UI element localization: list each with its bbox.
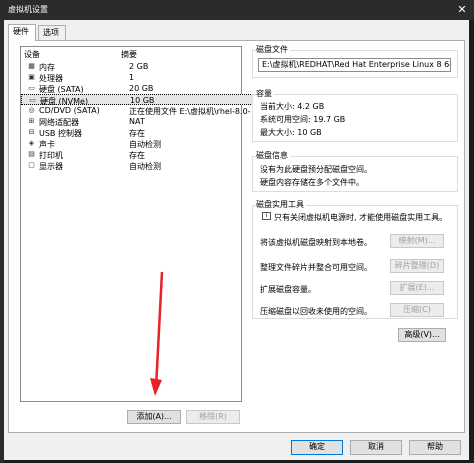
expand-desc: 扩展磁盘容量。	[260, 285, 316, 294]
remove-device-button[interactable]: 移除(R)	[186, 410, 240, 424]
sound-card-icon: ◈	[28, 139, 35, 147]
annotation-arrow	[150, 271, 164, 396]
defragment-desc: 整理文件碎片并整合可用空间。	[260, 263, 372, 272]
disk-file-path-field[interactable]: E:\虚拟机\REDHAT\Red Hat Enterprise Linux 8…	[258, 58, 451, 72]
column-summary[interactable]: 摘要	[121, 49, 137, 60]
device-summary: 1	[129, 73, 135, 82]
add-device-button[interactable]: 添加(A)...	[127, 410, 181, 424]
system-free-text: 系统可用空间: 19.7 GB	[260, 115, 346, 124]
usb-controller-icon: ⊟	[28, 128, 35, 136]
disk-info-label: 磁盘信息	[256, 150, 290, 161]
display-icon: ▢	[28, 161, 35, 169]
cd-dvd-icon: ◎	[28, 106, 35, 114]
advanced-button[interactable]: 高级(V)...	[398, 328, 446, 342]
processor-icon: ▣	[28, 73, 35, 81]
device-row[interactable]: ▣ 处理器 1	[21, 72, 253, 83]
device-name: CD/DVD (SATA)	[39, 106, 100, 115]
window-title: 虚拟机设置	[8, 5, 48, 14]
device-list[interactable]: 设备 摘要 ▦ 内存 2 GB ▣ 处理器 1 ▭ 硬盘 (SATA) 20 GB ▭ 硬盘 (NV…	[20, 46, 253, 402]
expand-button[interactable]: 扩展(E)...	[390, 281, 444, 295]
disk-info-line1: 没有为此硬盘预分配磁盘空间。	[260, 165, 372, 174]
device-row[interactable]: ▭ 硬盘 (NVMe) 10 GB	[21, 94, 253, 106]
info-icon: i	[262, 212, 271, 220]
hard-disk-icon: ▭	[28, 84, 35, 92]
device-summary: 2 GB	[129, 62, 149, 71]
compact-button[interactable]: 压缩(C)	[390, 303, 444, 317]
device-summary: 自动检测	[129, 162, 161, 171]
tab-hardware[interactable]: 硬件	[8, 24, 36, 41]
current-size-text: 当前大小: 4.2 GB	[260, 102, 325, 111]
capacity-label: 容量	[256, 88, 274, 99]
tab-options[interactable]: 选项	[38, 25, 66, 40]
disk-info-line2: 硬盘内容存储在多个文件中。	[260, 178, 364, 187]
column-device[interactable]: 设备	[24, 49, 40, 60]
memory-icon: ▦	[28, 62, 35, 70]
network-adapter-icon: ⊞	[28, 117, 35, 125]
device-row[interactable]: ▤ 打印机 存在	[21, 149, 253, 160]
close-icon[interactable]: ✕	[450, 0, 474, 20]
printer-icon: ▤	[28, 150, 35, 158]
hard-disk-icon: ▭	[29, 96, 36, 104]
cancel-button[interactable]: 取消	[350, 440, 402, 455]
device-summary: NAT	[129, 117, 145, 126]
title-bar[interactable]: 虚拟机设置 ✕	[0, 0, 474, 20]
max-size-text: 最大大小: 10 GB	[260, 128, 322, 137]
device-name: 显示器	[39, 162, 63, 171]
device-row[interactable]: ⊞ 网络适配器 NAT	[21, 116, 253, 127]
map-desc: 将该虚拟机磁盘映射到本地卷。	[260, 238, 372, 247]
device-row[interactable]: ▦ 内存 2 GB	[21, 61, 253, 72]
device-row[interactable]: ▭ 硬盘 (SATA) 20 GB	[21, 83, 253, 94]
disk-utilities-label: 磁盘实用工具	[256, 199, 306, 210]
device-row[interactable]: ◈ 声卡 自动检测	[21, 138, 253, 149]
disk-file-label: 磁盘文件	[256, 44, 290, 55]
defragment-button[interactable]: 碎片整理(D)	[390, 259, 444, 273]
map-button[interactable]: 映射(M)...	[390, 234, 444, 248]
device-summary: 20 GB	[129, 84, 154, 93]
compact-desc: 压缩磁盘以回收未使用的空间。	[260, 307, 372, 316]
device-list-header: 设备 摘要	[21, 47, 253, 59]
utilities-notice: 只有关闭虚拟机电源时, 才能使用磁盘实用工具。	[274, 213, 448, 222]
device-row[interactable]: ▢ 显示器 自动检测	[21, 160, 253, 171]
ok-button[interactable]: 确定	[291, 440, 343, 455]
device-row[interactable]: ◎ CD/DVD (SATA) 正在使用文件 E:\虚拟机\rhel-8.0-...	[21, 105, 253, 116]
device-row[interactable]: ⊟ USB 控制器 存在	[21, 127, 253, 138]
help-button[interactable]: 帮助	[409, 440, 461, 455]
device-summary: 10 GB	[130, 96, 155, 105]
